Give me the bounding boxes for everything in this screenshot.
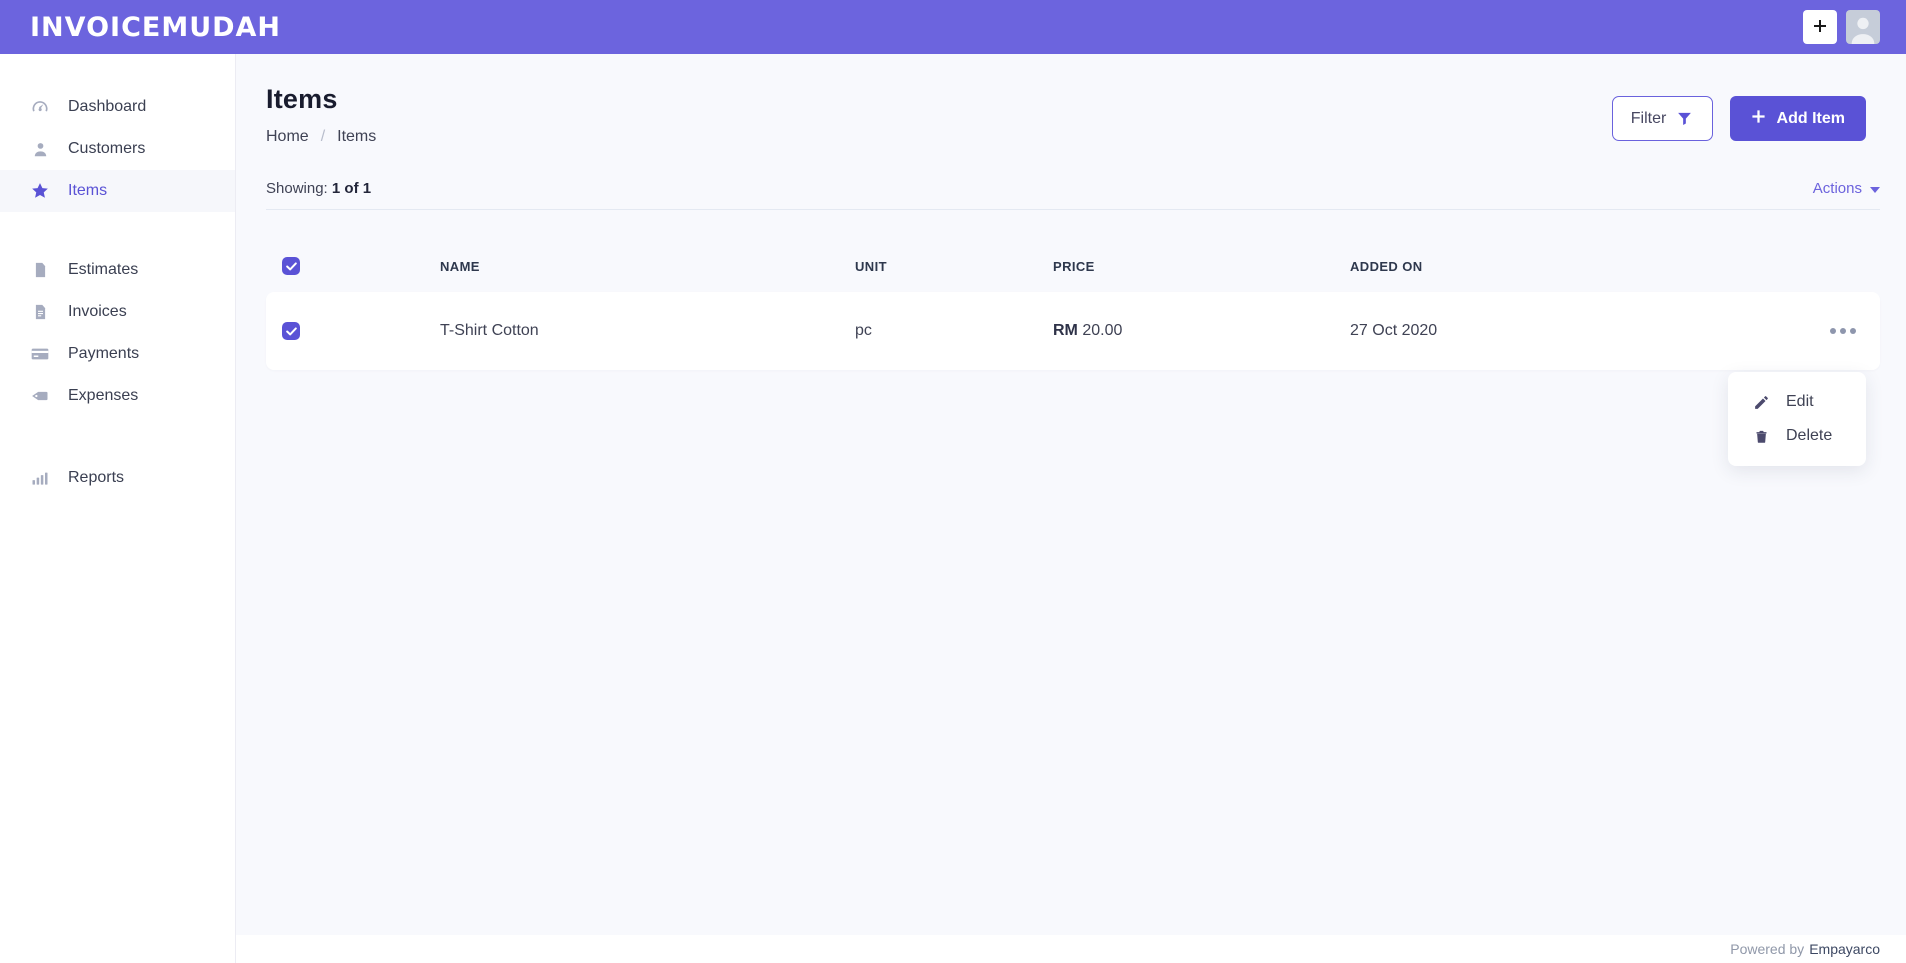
sidebar-section-gap [0, 417, 235, 457]
sidebar-item-label: Expenses [68, 387, 139, 404]
sidebar-item-expenses[interactable]: Expenses [0, 375, 235, 417]
ellipsis-icon [1830, 328, 1836, 334]
chevron-down-icon [1870, 180, 1880, 197]
row-actions-menu-button[interactable] [1828, 322, 1858, 340]
showing-value: 1 of 1 [331, 180, 372, 197]
user-icon [30, 139, 50, 159]
select-all-checkbox[interactable] [282, 257, 300, 275]
cell-item-unit: pc [855, 322, 872, 339]
sidebar-item-label: Dashboard [68, 98, 147, 115]
actions-label: Actions [1812, 180, 1862, 197]
row-context-menu: Edit Delete [1728, 372, 1866, 466]
sidebar-item-customers[interactable]: Customers [0, 128, 235, 170]
cell-item-name: T-Shirt Cotton [440, 322, 539, 339]
sidebar-item-label: Reports [68, 469, 125, 486]
column-header-name: NAME [440, 258, 480, 274]
bar-chart-icon [30, 468, 50, 488]
plus-icon [1751, 109, 1766, 129]
sidebar-nav: Dashboard Customers Items Estimates Invo… [0, 54, 236, 963]
funnel-icon [1676, 110, 1693, 127]
price-currency: RM [1053, 322, 1078, 339]
context-menu-item-label: Edit [1786, 393, 1814, 410]
showing-label: Showing: [266, 180, 328, 197]
avatar-placeholder-icon [1846, 10, 1880, 44]
showing-count: Showing: 1 of 1 [266, 180, 371, 197]
topbar-actions [1803, 10, 1880, 44]
price-amount: 20.00 [1082, 322, 1123, 339]
sidebar-item-items[interactable]: Items [0, 170, 235, 212]
trash-icon [1753, 428, 1770, 445]
context-menu-edit[interactable]: Edit [1728, 385, 1866, 419]
gauge-icon [30, 97, 50, 117]
file-icon [30, 260, 50, 280]
sidebar-item-label: Items [68, 182, 108, 199]
sidebar-item-reports[interactable]: Reports [0, 457, 235, 499]
user-avatar[interactable] [1846, 10, 1880, 44]
filter-button-label: Filter [1630, 109, 1667, 127]
table-row: T-Shirt Cotton pc RM 20.00 27 Oct 2020 [266, 292, 1880, 370]
list-toolbar: Showing: 1 of 1 Actions [236, 180, 1906, 197]
breadcrumb-separator: / [320, 128, 326, 145]
sidebar-item-estimates[interactable]: Estimates [0, 249, 235, 291]
add-item-button-label: Add Item [1776, 109, 1845, 127]
quick-add-button[interactable] [1803, 10, 1837, 44]
file-text-icon [30, 302, 50, 322]
sidebar-item-label: Invoices [68, 303, 127, 320]
items-table: NAME UNIT PRICE ADDED ON T-Shirt Cotton … [236, 210, 1906, 370]
cell-item-added-on: 27 Oct 2020 [1350, 322, 1438, 339]
sidebar-item-dashboard[interactable]: Dashboard [0, 86, 235, 128]
pencil-icon [1753, 394, 1770, 411]
top-header: INVOICEMUDAH [0, 0, 1906, 54]
context-menu-delete[interactable]: Delete [1728, 419, 1866, 453]
filter-button[interactable]: Filter [1611, 96, 1713, 141]
table-header-row: NAME UNIT PRICE ADDED ON [266, 210, 1880, 292]
sidebar-item-label: Customers [68, 140, 146, 157]
column-header-unit: UNIT [855, 258, 887, 274]
sidebar-section-gap [0, 212, 235, 249]
column-header-added-on: ADDED ON [1350, 258, 1423, 274]
column-header-price: PRICE [1053, 258, 1095, 274]
sidebar-item-label: Payments [68, 345, 140, 362]
context-menu-item-label: Delete [1786, 427, 1833, 444]
page-actions: Filter Add Item [1611, 96, 1866, 141]
sidebar-item-payments[interactable]: Payments [0, 333, 235, 375]
plus-icon [1812, 18, 1828, 37]
cell-item-price: RM 20.00 [1053, 322, 1350, 340]
app-logo: INVOICEMUDAH [30, 11, 282, 43]
tag-icon [30, 386, 50, 406]
breadcrumb-current: Items [337, 128, 377, 145]
page-footer: Powered by Empayarco [236, 935, 1906, 963]
main-content: Items Home / Items Filter Add Item Showi… [236, 54, 1906, 963]
sidebar-item-label: Estimates [68, 261, 139, 278]
powered-by-label: Powered by [1730, 941, 1805, 957]
sidebar-item-invoices[interactable]: Invoices [0, 291, 235, 333]
breadcrumb-home-link[interactable]: Home [266, 128, 309, 146]
row-checkbox[interactable] [282, 322, 300, 340]
actions-dropdown[interactable]: Actions [1813, 180, 1880, 197]
star-icon [30, 181, 50, 201]
footer-brand-link[interactable]: Empayarco [1809, 941, 1880, 957]
add-item-button[interactable]: Add Item [1729, 96, 1866, 141]
credit-card-icon [30, 344, 50, 364]
